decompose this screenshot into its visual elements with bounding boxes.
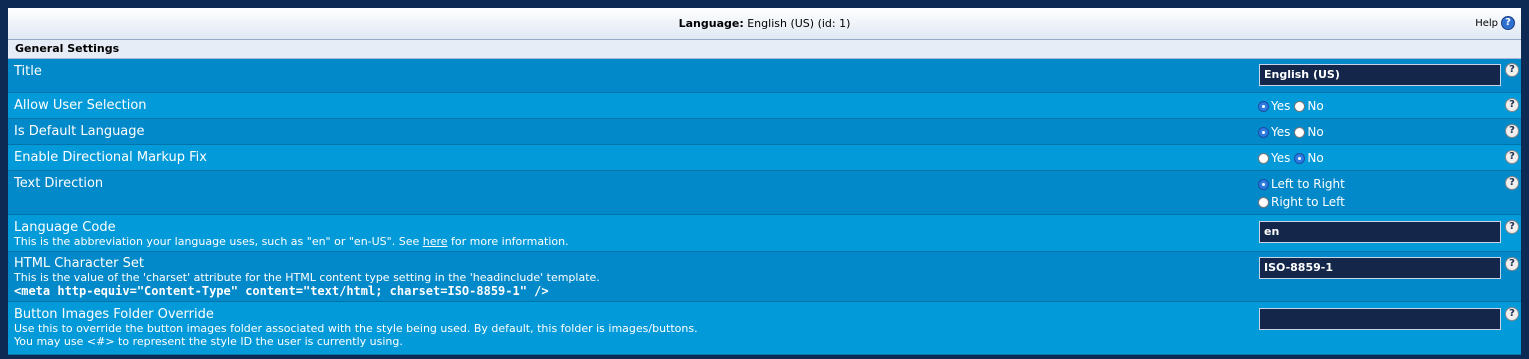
radio-selected-icon[interactable] — [1258, 178, 1269, 190]
enable-directional-markup-fix-label: Enable Directional Markup Fix — [14, 150, 207, 165]
radio-unselected-icon[interactable] — [1294, 126, 1306, 138]
row-enable-directional-markup-fix: Enable Directional Markup Fix Yes No ? — [8, 145, 1521, 171]
radio-selected-icon[interactable] — [1258, 100, 1269, 112]
row-html-charset: HTML Character Set This is the value of … — [8, 252, 1521, 302]
meta-tag-code: <meta http-equiv="Content-Type" content=… — [14, 284, 549, 298]
html-charset-code: <meta http-equiv="Content-Type" content=… — [14, 285, 549, 298]
text-direction-ltr[interactable]: Left to Right — [1258, 177, 1345, 191]
is-default-language-no[interactable]: No — [1294, 125, 1324, 139]
row-text-direction: Text Direction Left to Right Right to Le… — [8, 171, 1521, 215]
yes-label: Yes — [1271, 99, 1291, 113]
title-label: Title — [14, 64, 42, 79]
row-language-code: Language Code This is the abbreviation y… — [8, 215, 1521, 252]
radio-unselected-icon[interactable] — [1258, 196, 1269, 208]
row-allow-user-selection: Allow User Selection Yes No ? — [8, 93, 1521, 119]
panel-title: Language: English (US) (id: 1) — [8, 17, 1521, 30]
left-to-right-label: Left to Right — [1271, 177, 1345, 191]
panel-title-label: Language: — [678, 17, 744, 30]
button-images-override-desc1: Use this to override the button images f… — [14, 322, 698, 335]
radio-unselected-icon[interactable] — [1294, 100, 1306, 112]
section-title: General Settings — [8, 40, 1521, 59]
language-code-desc-text: This is the abbreviation your language u… — [14, 235, 423, 248]
allow-user-selection-no[interactable]: No — [1294, 99, 1324, 113]
no-label: No — [1307, 99, 1324, 113]
yes-label: Yes — [1271, 125, 1291, 139]
button-images-override-desc2: You may use <#> to represent the style I… — [14, 335, 403, 348]
language-settings-panel: Language: English (US) (id: 1) Help ? Ge… — [8, 8, 1521, 359]
is-default-language-radios: Yes No — [1258, 125, 1328, 139]
allow-user-selection-label: Allow User Selection — [14, 98, 147, 113]
text-direction-label: Text Direction — [14, 176, 104, 191]
text-direction-radios: Left to Right Right to Left — [1258, 177, 1349, 209]
row-is-default-language: Is Default Language Yes No ? — [8, 119, 1521, 145]
radio-selected-icon[interactable] — [1258, 126, 1269, 138]
is-default-language-label: Is Default Language — [14, 124, 145, 139]
yes-label: Yes — [1271, 151, 1291, 165]
no-label: No — [1307, 125, 1324, 139]
question-mark-icon[interactable]: ? — [1505, 98, 1519, 112]
is-default-language-yes[interactable]: Yes — [1258, 125, 1290, 139]
button-images-override-label: Button Images Folder Override — [14, 307, 214, 322]
help-label: Help — [1475, 17, 1498, 29]
enable-directional-markup-fix-no[interactable]: No — [1294, 151, 1324, 165]
question-mark-icon[interactable]: ? — [1505, 176, 1519, 190]
question-mark-icon[interactable]: ? — [1505, 150, 1519, 164]
question-mark-icon[interactable]: ? — [1505, 257, 1519, 271]
panel-title-value: English (US) (id: 1) — [747, 17, 851, 30]
html-charset-label: HTML Character Set — [14, 256, 144, 271]
radio-selected-icon[interactable] — [1294, 152, 1306, 164]
help-link[interactable]: Help ? — [1475, 16, 1515, 30]
language-code-desc-text-end: for more information. — [447, 235, 569, 248]
row-title: Title English (US) ? — [8, 59, 1521, 93]
row-button-images-override: Button Images Folder Override Use this t… — [8, 302, 1521, 355]
right-to-left-label: Right to Left — [1271, 195, 1345, 209]
panel-header: Language: English (US) (id: 1) Help ? — [8, 8, 1521, 40]
allow-user-selection-yes[interactable]: Yes — [1258, 99, 1290, 113]
radio-unselected-icon[interactable] — [1258, 152, 1269, 164]
button-images-override-input[interactable] — [1259, 308, 1501, 330]
question-mark-icon[interactable]: ? — [1505, 220, 1519, 234]
question-mark-icon[interactable]: ? — [1505, 307, 1519, 321]
enable-directional-markup-fix-radios: Yes No — [1258, 151, 1328, 165]
help-icon[interactable]: ? — [1501, 16, 1515, 30]
here-link[interactable]: here — [423, 235, 448, 248]
language-code-description: This is the abbreviation your language u… — [14, 236, 569, 248]
title-input[interactable]: English (US) — [1259, 64, 1501, 86]
question-mark-icon[interactable]: ? — [1505, 63, 1519, 77]
html-charset-description: This is the value of the 'charset' attri… — [14, 271, 600, 284]
html-charset-input[interactable]: ISO-8859-1 — [1259, 257, 1501, 279]
text-direction-rtl[interactable]: Right to Left — [1258, 195, 1345, 209]
question-mark-icon[interactable]: ? — [1505, 124, 1519, 138]
no-label: No — [1307, 151, 1324, 165]
language-code-label: Language Code — [14, 220, 116, 235]
allow-user-selection-radios: Yes No — [1258, 99, 1328, 113]
language-code-input[interactable]: en — [1259, 221, 1501, 243]
enable-directional-markup-fix-yes[interactable]: Yes — [1258, 151, 1290, 165]
